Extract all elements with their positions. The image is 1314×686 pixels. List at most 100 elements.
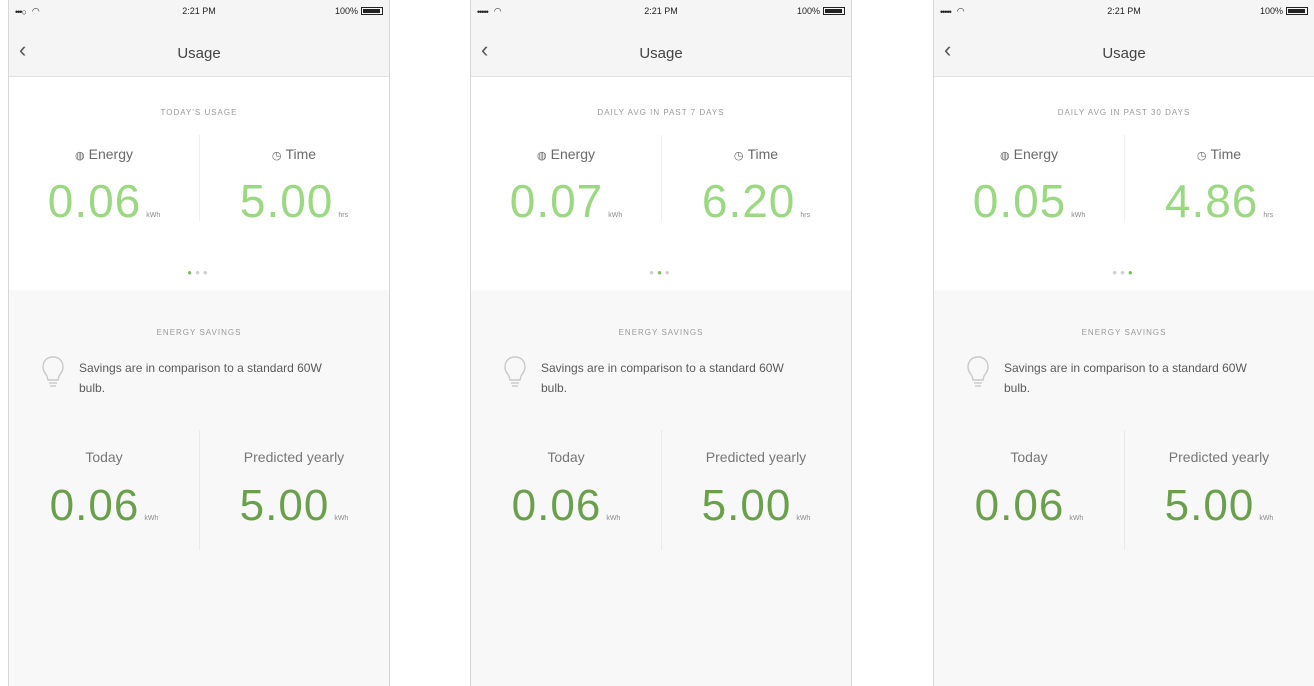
time-value: 5.00: [239, 175, 334, 227]
usage-screen-today: •••○ ◠ 2:21 PM 100% ‹ Usage TODAY'S USAG…: [8, 0, 390, 686]
savings-today: Today 0.06 kWh: [471, 449, 661, 531]
energy-unit: kWh: [608, 212, 623, 219]
energy-value-row: 0.07 kWh: [471, 174, 661, 228]
energy-metric: ◍ Energy 0.06 kWh: [9, 146, 199, 228]
time-label: Time: [285, 146, 317, 162]
savings-today: Today 0.06 kWh: [934, 449, 1124, 531]
time-value-row: 5.00 hrs: [199, 174, 389, 228]
page-dot[interactable]: ●: [203, 268, 211, 277]
time-header: ◷ Time: [1124, 146, 1314, 162]
usage-screen-7-days: ••••• ◠ 2:21 PM 100% ‹ Usage DAILY AVG I…: [470, 0, 852, 686]
usage-summary[interactable]: DAILY AVG IN PAST 7 DAYS ◍ Energy 0.07 kWh…: [471, 77, 851, 290]
savings-today-label: Today: [85, 449, 123, 465]
time-label: Time: [747, 146, 779, 162]
period-label: DAILY AVG IN PAST 30 DAYS: [1057, 108, 1191, 117]
savings-today-value: 0.06: [49, 481, 140, 530]
energy-label: Energy: [550, 146, 595, 162]
page-dot[interactable]: ●: [1120, 268, 1128, 277]
energy-icon: ◍: [75, 150, 85, 162]
time-value-row: 6.20 hrs: [661, 174, 851, 228]
time-unit: hrs: [800, 212, 811, 219]
savings-yearly: Predicted yearly 5.00 kWh: [1124, 449, 1314, 531]
page-dot[interactable]: ●: [1112, 268, 1120, 277]
page-dot[interactable]: ●: [665, 268, 673, 277]
energy-value-row: 0.05 kWh: [934, 174, 1124, 228]
savings-today-unit: kWh: [144, 515, 159, 522]
savings-yearly-label: Predicted yearly: [243, 449, 345, 465]
light-bulb-icon: [42, 356, 64, 387]
time-unit: hrs: [1263, 212, 1274, 219]
energy-savings-section: ENERGY SAVINGS Savings are in comparison…: [9, 290, 389, 686]
energy-label: Energy: [88, 146, 133, 162]
savings-today-unit: kWh: [606, 515, 621, 522]
page-dot-active[interactable]: ●: [1128, 268, 1136, 277]
energy-header: ◍ Energy: [934, 146, 1124, 162]
energy-header: ◍ Energy: [9, 146, 199, 162]
page-indicator[interactable]: ●●●: [934, 268, 1314, 277]
page-dot-active[interactable]: ●: [657, 268, 665, 277]
energy-value-row: 0.06 kWh: [9, 174, 199, 228]
savings-today-label: Today: [547, 449, 585, 465]
savings-today-value-row: 0.06 kWh: [934, 481, 1124, 531]
savings-yearly-unit: kWh: [1259, 515, 1274, 522]
time-metric: ◷ Time 6.20 hrs: [661, 146, 851, 228]
savings-today: Today 0.06 kWh: [9, 449, 199, 531]
page-dot-active[interactable]: ●: [187, 268, 195, 277]
battery-icon: [1286, 7, 1308, 15]
energy-icon: ◍: [537, 150, 547, 162]
nav-title: Usage: [177, 45, 221, 62]
energy-icon: ◍: [1000, 150, 1010, 162]
status-bar: ••••• ◠ 2:21 PM 100%: [934, 0, 1314, 22]
savings-note: Savings are in comparison to a standard …: [79, 361, 322, 395]
usage-screen-30-days: ••••• ◠ 2:21 PM 100% ‹ Usage DAILY AVG I…: [933, 0, 1314, 686]
energy-label: Energy: [1013, 146, 1058, 162]
time-metric: ◷ Time 5.00 hrs: [199, 146, 389, 228]
savings-yearly-value: 5.00: [239, 481, 330, 530]
time-metric: ◷ Time 4.86 hrs: [1124, 146, 1314, 228]
energy-metric: ◍ Energy 0.05 kWh: [934, 146, 1124, 228]
energy-header: ◍ Energy: [471, 146, 661, 162]
battery-percent: 100%: [796, 6, 820, 16]
page-dot[interactable]: ●: [649, 268, 657, 277]
savings-yearly-value: 5.00: [701, 481, 792, 530]
energy-savings-section: ENERGY SAVINGS Savings are in comparison…: [934, 290, 1314, 686]
usage-summary[interactable]: DAILY AVG IN PAST 30 DAYS ◍ Energy 0.05 kW…: [934, 77, 1314, 290]
page-indicator[interactable]: ●●●: [9, 268, 389, 277]
energy-savings-section: ENERGY SAVINGS Savings are in comparison…: [471, 290, 851, 686]
status-bar: •••○ ◠ 2:21 PM 100%: [9, 0, 389, 22]
energy-value: 0.05: [972, 175, 1067, 227]
savings-yearly-value-row: 5.00 kWh: [661, 481, 851, 531]
savings-today-label: Today: [1010, 449, 1048, 465]
battery-icon: [361, 7, 383, 15]
light-bulb-icon: [967, 356, 989, 387]
page-indicator[interactable]: ●●●: [471, 268, 851, 277]
nav-bar: ‹ Usage: [934, 22, 1314, 77]
status-right: 100%: [1260, 6, 1308, 16]
light-bulb-icon: [504, 356, 526, 387]
savings-title: ENERGY SAVINGS: [618, 328, 704, 337]
battery-percent: 100%: [1259, 6, 1283, 16]
nav-bar: ‹ Usage: [9, 22, 389, 77]
usage-summary[interactable]: TODAY'S USAGE ◍ Energy 0.06 kWh ◷ Time 5.00…: [9, 77, 389, 290]
status-right: 100%: [797, 6, 845, 16]
status-time: 2:21 PM: [1107, 6, 1141, 16]
time-label: Time: [1210, 146, 1242, 162]
savings-today-value: 0.06: [511, 481, 602, 530]
clock-icon: ◷: [733, 150, 744, 162]
clock-icon: ◷: [1196, 150, 1207, 162]
savings-yearly: Predicted yearly 5.00 kWh: [661, 449, 851, 531]
savings-title: ENERGY SAVINGS: [1081, 328, 1167, 337]
status-right: 100%: [335, 6, 383, 16]
savings-yearly-value-row: 5.00 kWh: [199, 481, 389, 531]
nav-bar: ‹ Usage: [471, 22, 851, 77]
nav-title: Usage: [1102, 45, 1146, 62]
page-dot[interactable]: ●: [195, 268, 203, 277]
period-label: DAILY AVG IN PAST 7 DAYS: [597, 108, 725, 117]
time-value: 6.20: [701, 175, 796, 227]
savings-today-value: 0.06: [974, 481, 1065, 530]
savings-yearly-value-row: 5.00 kWh: [1124, 481, 1314, 531]
energy-value: 0.07: [509, 175, 604, 227]
time-value-row: 4.86 hrs: [1124, 174, 1314, 228]
battery-percent: 100%: [334, 6, 358, 16]
status-bar: ••••• ◠ 2:21 PM 100%: [471, 0, 851, 22]
